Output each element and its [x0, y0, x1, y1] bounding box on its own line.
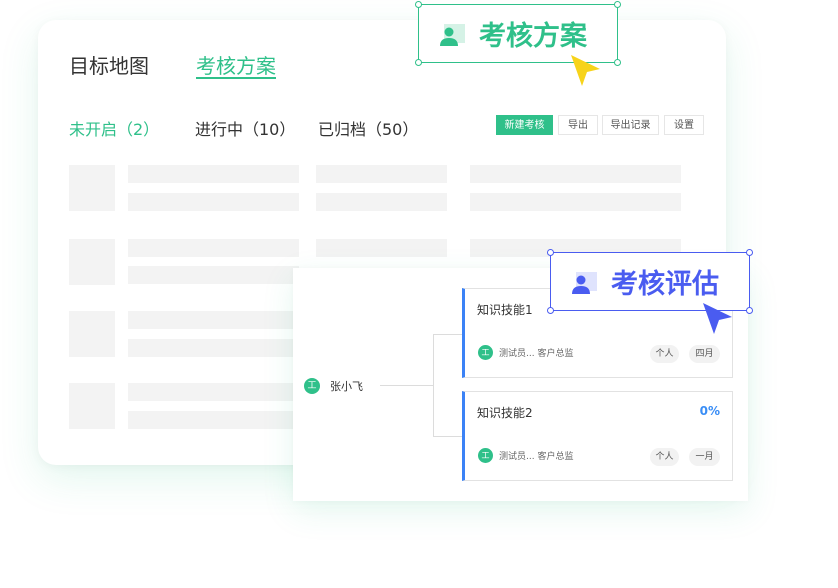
- skeleton-line: [128, 411, 299, 429]
- resize-handle: [415, 1, 422, 8]
- skill-owner: 工 测试员... 客户总监: [478, 345, 573, 360]
- skill-title: 知识技能2: [477, 406, 533, 420]
- skeleton-line: [316, 193, 447, 211]
- connector-line: [433, 334, 462, 335]
- skeleton-line: [316, 239, 447, 257]
- owner-text: 测试员... 客户总监: [499, 349, 574, 359]
- tab-not-started[interactable]: 未开启（2）: [69, 116, 159, 140]
- skeleton-line: [128, 311, 299, 329]
- connector-line: [380, 385, 433, 386]
- avatar: 工: [478, 448, 493, 463]
- connector-line: [433, 436, 462, 437]
- export-log-button[interactable]: 导出记录: [602, 115, 659, 135]
- skeleton-thumb: [69, 311, 115, 357]
- active-tab-indicator: [196, 77, 276, 79]
- cursor-arrow-icon: [703, 303, 732, 334]
- skeleton-line: [128, 193, 299, 211]
- skeleton-thumb: [69, 383, 115, 429]
- skeleton-line: [470, 165, 681, 183]
- resize-handle: [614, 1, 621, 8]
- owner-text: 测试员... 客户总监: [499, 452, 574, 462]
- tab-assessment-plan[interactable]: 考核方案: [196, 50, 276, 79]
- new-assessment-button[interactable]: 新建考核: [496, 115, 553, 135]
- skeleton-thumb: [69, 239, 115, 285]
- tag: 个人: [650, 345, 679, 363]
- user-icon: [569, 267, 599, 297]
- callout-label: 考核方案: [479, 21, 587, 52]
- skeleton-line: [128, 266, 299, 284]
- tag: 一月: [689, 448, 720, 466]
- resize-handle: [547, 249, 554, 256]
- avatar: 工: [478, 345, 493, 360]
- avatar: 工: [304, 378, 320, 394]
- skill-card[interactable]: 知识技能2 0% 工 测试员... 客户总监 个人 一月: [462, 391, 733, 481]
- tag: 四月: [689, 345, 720, 363]
- root-name: 张小飞: [330, 380, 363, 393]
- callout-label: 考核评估: [611, 269, 719, 300]
- connector-line: [433, 334, 434, 436]
- cursor-arrow-icon: [571, 55, 600, 86]
- skeleton-line: [128, 239, 299, 257]
- resize-handle: [415, 59, 422, 66]
- resize-handle: [547, 307, 554, 314]
- resize-handle: [746, 307, 753, 314]
- user-icon: [437, 19, 467, 49]
- skeleton-line: [128, 383, 299, 401]
- skeleton-line: [128, 339, 299, 357]
- skill-title: 知识技能1: [477, 303, 533, 317]
- skeleton-thumb: [69, 165, 115, 211]
- tab-archived[interactable]: 已归档（50）: [318, 116, 418, 140]
- skeleton-line: [128, 165, 299, 183]
- skill-owner: 工 测试员... 客户总监: [478, 448, 573, 463]
- skeleton-line: [470, 193, 681, 211]
- tab-goal-map[interactable]: 目标地图: [69, 50, 149, 79]
- export-button[interactable]: 导出: [558, 115, 598, 135]
- settings-button[interactable]: 设置: [664, 115, 704, 135]
- resize-handle: [746, 249, 753, 256]
- skill-percent: 0%: [699, 404, 720, 418]
- resize-handle: [614, 59, 621, 66]
- tag: 个人: [650, 448, 679, 466]
- skeleton-line: [316, 165, 447, 183]
- tree-root-node[interactable]: 工 张小飞: [304, 377, 363, 395]
- tab-in-progress[interactable]: 进行中（10）: [195, 116, 295, 140]
